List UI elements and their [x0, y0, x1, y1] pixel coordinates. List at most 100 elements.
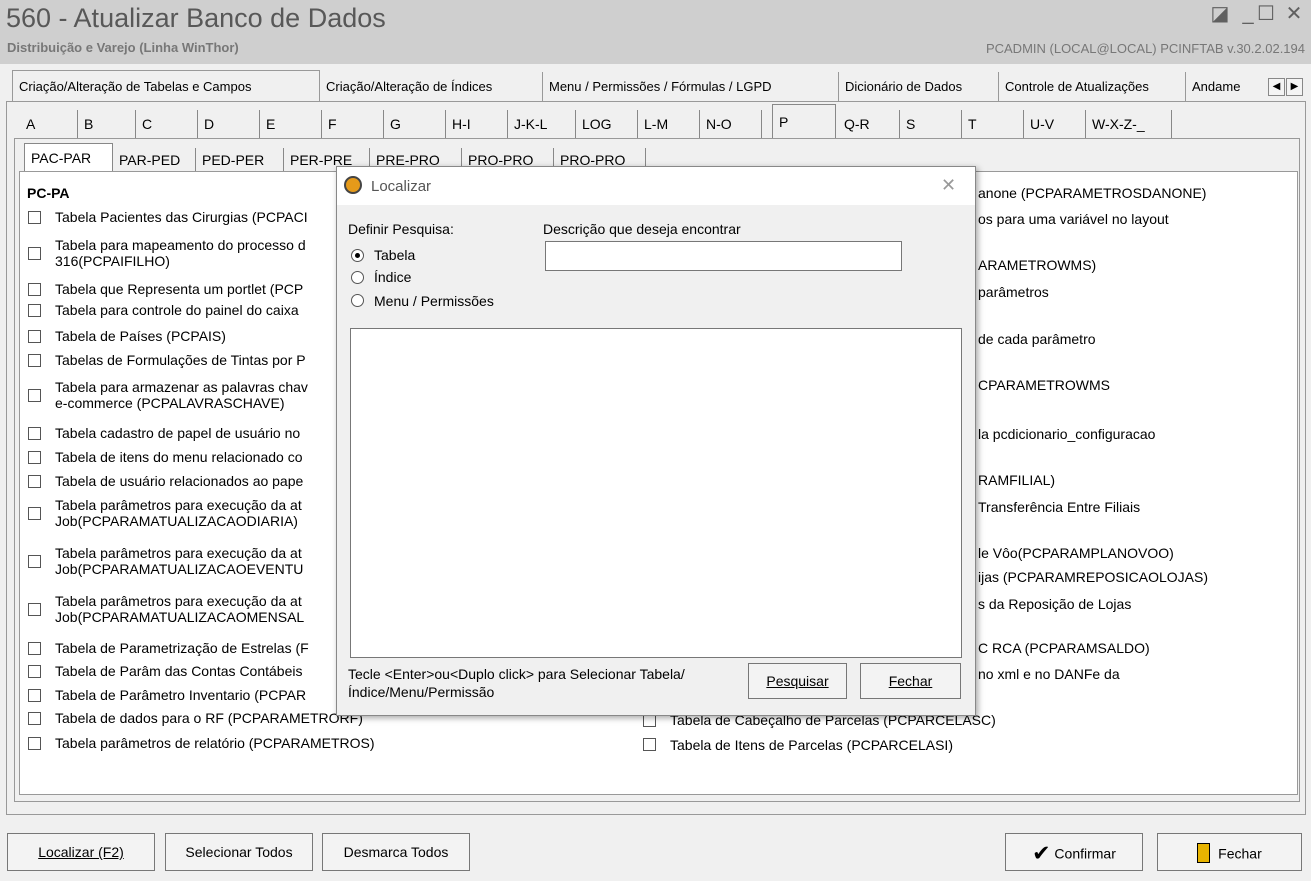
- radio-indice[interactable]: [351, 271, 364, 284]
- minimize-icon[interactable]: _: [1238, 4, 1258, 24]
- tab-menu-permissions[interactable]: Menu / Permissões / Fórmulas / LGPD: [543, 72, 839, 101]
- tab-log[interactable]: LOG: [576, 110, 638, 138]
- tab-letter-lm[interactable]: L-M: [638, 110, 700, 138]
- table-item-label: Tabela de Parametrização de Estrelas (F: [55, 640, 309, 656]
- tab-data-dictionary[interactable]: Dicionário de Dados: [839, 72, 999, 101]
- dialog-title: Localizar: [371, 178, 432, 195]
- tab-andamento[interactable]: Andame: [1186, 72, 1270, 101]
- section-title: PC-PA: [27, 185, 70, 201]
- table-item-label: os para uma variável no layout: [978, 211, 1169, 227]
- confirm-button-label: Confirmar: [1054, 845, 1116, 862]
- tab-par-ped[interactable]: PAR-PED: [113, 148, 196, 172]
- checkbox[interactable]: [28, 451, 41, 464]
- table-item-label: le Vôo(PCPARAMPLANOVOO): [978, 545, 1174, 561]
- checkbox[interactable]: [28, 642, 41, 655]
- tab-letter-t[interactable]: T: [962, 110, 1024, 138]
- exit-button[interactable]: Fechar: [1157, 833, 1302, 871]
- tab-letter-d[interactable]: D: [198, 110, 260, 138]
- tab-letter-a[interactable]: A: [20, 110, 78, 138]
- table-item-label: Tabela de Parâm das Contas Contábeis: [55, 663, 302, 679]
- description-input[interactable]: [545, 241, 902, 271]
- checkbox[interactable]: [28, 211, 41, 224]
- tab-letter-jkl[interactable]: J-K-L: [508, 110, 576, 138]
- table-item-label: Tabela de itens do menu relacionado co: [55, 449, 303, 465]
- checkbox[interactable]: [28, 603, 41, 616]
- tab-update-control[interactable]: Controle de Atualizações: [999, 72, 1186, 101]
- checkbox[interactable]: [28, 555, 41, 568]
- table-item-label: Tabela Pacientes das Cirurgias (PCPACI: [55, 209, 308, 225]
- deselect-all-button[interactable]: Desmarca Todos: [322, 833, 470, 871]
- select-all-button[interactable]: Selecionar Todos: [165, 833, 313, 871]
- tab-letter-c[interactable]: C: [136, 110, 198, 138]
- tab-letter-uv[interactable]: U-V: [1024, 110, 1086, 138]
- checkbox[interactable]: [28, 304, 41, 317]
- table-item-label: no xml e no DANFe da: [978, 666, 1120, 682]
- results-list[interactable]: [350, 328, 962, 658]
- table-item-line: Job(PCPARAMATUALIZACAOMENSAL: [55, 609, 305, 625]
- tab-letter-wxz[interactable]: W-X-Z-_: [1086, 110, 1172, 138]
- table-item-line: Job(PCPARAMATUALIZACAODIARIA): [55, 513, 298, 529]
- table-item-line: Tabela de Parâmetro Inventario (PCPAR: [55, 687, 307, 703]
- checkbox[interactable]: [28, 283, 41, 296]
- checkbox[interactable]: [28, 507, 41, 520]
- checkbox[interactable]: [28, 665, 41, 678]
- table-item-line: Tabela de usuário relacionados ao pape: [55, 473, 304, 489]
- restore-icon[interactable]: ◪: [1210, 4, 1230, 24]
- checkbox[interactable]: [28, 247, 41, 260]
- tab-letter-no[interactable]: N-O: [700, 110, 762, 138]
- search-by-label: Definir Pesquisa:: [348, 221, 454, 237]
- close-icon[interactable]: ✕: [1284, 4, 1304, 24]
- tab-pac-par[interactable]: PAC-PAR: [24, 143, 113, 172]
- tab-letter-e[interactable]: E: [260, 110, 322, 138]
- tab-scroll-right-icon[interactable]: ▶: [1286, 78, 1303, 96]
- table-item-line: Tabela para armazenar as palavras chav: [55, 379, 308, 395]
- main-tabs: Criação/Alteração de Tabelas e Campos Cr…: [6, 70, 1306, 102]
- checkbox[interactable]: [28, 475, 41, 488]
- tab-tables-fields[interactable]: Criação/Alteração de Tabelas e Campos: [12, 70, 320, 101]
- checkbox[interactable]: [28, 354, 41, 367]
- checkbox[interactable]: [28, 389, 41, 402]
- table-item-label: Tabela de usuário relacionados ao pape: [55, 473, 303, 489]
- table-item-line: Tabela parâmetros para execução da at: [55, 497, 302, 513]
- radio-menu-permissoes[interactable]: [351, 294, 364, 307]
- table-item-line: Job(PCPARAMATUALIZACAOEVENTU: [55, 561, 304, 577]
- dialog-close-icon[interactable]: ✕: [941, 175, 956, 196]
- tab-letter-p[interactable]: P: [772, 104, 836, 138]
- maximize-icon[interactable]: ☐: [1256, 4, 1276, 24]
- tab-indexes[interactable]: Criação/Alteração de Índices: [320, 72, 543, 101]
- tab-letter-hi[interactable]: H-I: [446, 110, 508, 138]
- tab-letter-qr[interactable]: Q-R: [838, 110, 900, 138]
- table-item-label: Tabela para armazenar as palavras chav e-…: [55, 379, 308, 411]
- table-item-label: Tabela para mapeamento do processo d 316(…: [55, 237, 306, 269]
- description-label: Descrição que deseja encontrar: [543, 221, 741, 237]
- checkbox[interactable]: [28, 689, 41, 702]
- checkbox[interactable]: [28, 330, 41, 343]
- checkbox[interactable]: [28, 712, 41, 725]
- checkbox[interactable]: [28, 427, 41, 440]
- table-item-label: ijas (PCPARAMREPOSICAOLOJAS): [978, 569, 1209, 585]
- radio-tabela[interactable]: [351, 249, 364, 262]
- table-item-label: Tabela de Países (PCPAIS): [55, 328, 226, 344]
- tab-ped-per[interactable]: PED-PER: [196, 148, 284, 172]
- table-item-line: Tabela de Parametrização de Estrelas (F: [55, 640, 309, 656]
- table-item-line: Tabela parâmetros para execução da at: [55, 545, 302, 561]
- user-info: PCADMIN (LOCAL@LOCAL) PCINFTAB v.30.2.02…: [985, 41, 1305, 56]
- search-button[interactable]: Pesquisar: [748, 663, 847, 699]
- tab-letter-s[interactable]: S: [900, 110, 962, 138]
- find-button[interactable]: Localizar (F2): [7, 833, 155, 871]
- tab-scroll-left-icon[interactable]: ◀: [1268, 78, 1285, 96]
- tab-letter-g[interactable]: G: [384, 110, 446, 138]
- table-item-label: s da Reposição de Lojas: [978, 596, 1132, 612]
- tab-letter-b[interactable]: B: [78, 110, 136, 138]
- confirm-button[interactable]: ✔ Confirmar: [1005, 833, 1143, 871]
- tab-letter-f[interactable]: F: [322, 110, 384, 138]
- radio-tabela-label: Tabela: [374, 247, 416, 263]
- checkbox[interactable]: [643, 738, 656, 751]
- table-item-label: Tabela parâmetros de relatório (PCPARAME…: [55, 735, 375, 751]
- table-item-line: 316(PCPAIFILHO): [55, 253, 170, 269]
- table-item-line: Tabela de dados para o RF (PCPARAMETRORF…: [55, 710, 363, 726]
- checkbox[interactable]: [28, 737, 41, 750]
- table-item-label: Tabelas de Formulações de Tintas por P: [55, 352, 306, 368]
- dialog-close-button[interactable]: Fechar: [860, 663, 961, 699]
- table-item-label: Transferência Entre Filiais: [978, 499, 1141, 515]
